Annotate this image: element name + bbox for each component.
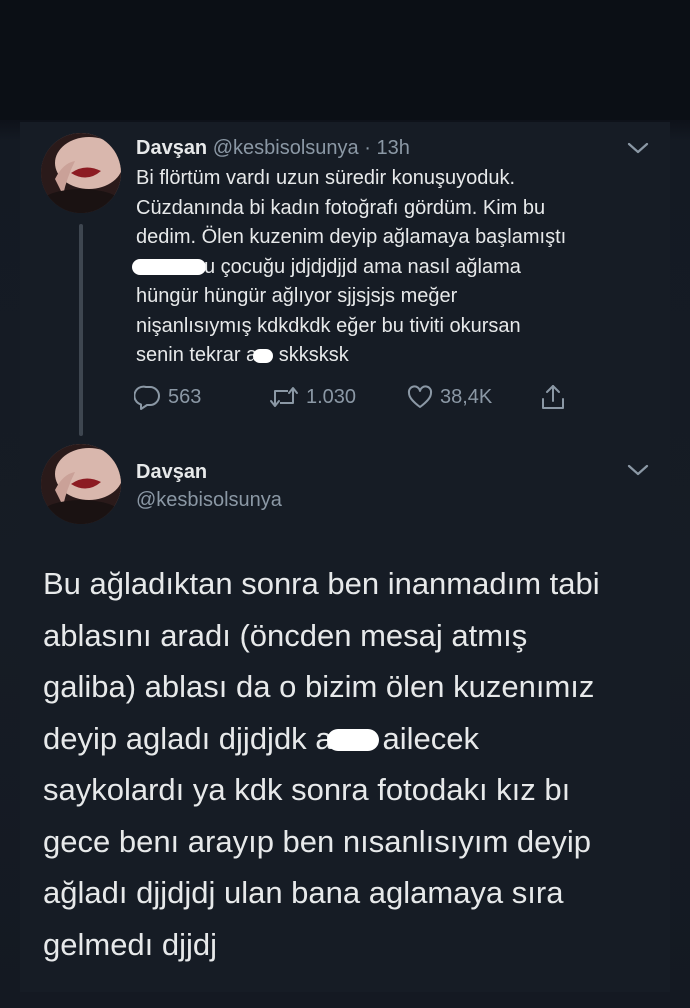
- tweet-line: ağladı djjdjdj ulan bana aglamaya sıra: [43, 875, 564, 910]
- tweet-line-text: ailecek: [382, 720, 480, 756]
- tweet-header: Davşan @kesbisolsunya · 13h: [136, 136, 410, 160]
- share-icon: [542, 385, 564, 409]
- thread-connector-line: [79, 224, 83, 436]
- tweet-line-censored: u çocuğu jdjdjdjjd ama nasıl ağlama: [132, 253, 656, 283]
- top-dark-band: [0, 0, 690, 120]
- retweet-icon: [270, 387, 298, 407]
- tweet-body: Bi flörtüm vardı uzun süredir konuşuyodu…: [132, 164, 656, 371]
- tweet-line-censored: senin tekrar a skksksk: [136, 341, 656, 371]
- tweet-line: galiba) ablası da o bizim ölen kuzenımız: [43, 669, 595, 704]
- reply-count: 563: [168, 385, 202, 408]
- tweet-line-text: deyip agladı djjdjdk a: [43, 720, 333, 756]
- share-button[interactable]: [539, 379, 567, 415]
- chevron-down-icon[interactable]: [624, 134, 652, 162]
- avatar-image: [41, 133, 121, 213]
- tweet-line: gelmedı djjdj: [43, 926, 218, 962]
- tweet-actions: 563 1.030 38,4K: [134, 379, 584, 415]
- retweet-button[interactable]: 1.030: [268, 379, 356, 415]
- separator: ·: [364, 137, 371, 159]
- tweet-line-text: skksksk: [273, 344, 349, 366]
- handle[interactable]: @kesbisolsunya: [136, 488, 282, 512]
- display-name[interactable]: Davşan: [136, 460, 207, 484]
- tweet-line: Bi flörtüm vardı uzun süredir konuşuyodu…: [136, 167, 516, 189]
- like-button[interactable]: 38,4K: [406, 379, 492, 415]
- tweet-line: hüngür hüngür ağlıyor sjjsjsjs meğer: [136, 285, 458, 307]
- tweet-line: saykolardı ya kdk sonra fotodakı kız bı: [43, 772, 571, 807]
- tweet-line: ablasını aradı (öncden mesaj atmış: [43, 617, 528, 653]
- chevron-down-icon[interactable]: [624, 456, 652, 484]
- tweet-line-censored: deyip agladı djjdjdk a ailecek: [43, 713, 663, 765]
- tweet-line: nişanlısıymış kdkdkdk eğer bu tiviti oku…: [136, 314, 521, 337]
- censor-scribble: [253, 348, 274, 363]
- tweet-line: Bu ağladıktan sonra ben inanmadım tabi: [43, 566, 600, 601]
- tweet-line-text: senin tekrar a: [136, 344, 258, 366]
- timestamp[interactable]: 13h: [376, 137, 409, 159]
- reply-icon: [134, 385, 160, 410]
- censor-scribble: [132, 259, 206, 276]
- reply-button[interactable]: 563: [134, 379, 201, 415]
- avatar-image: [41, 444, 121, 524]
- tweet-line: Cüzdanında bi kadın fotoğrafı gördüm. Ki…: [136, 196, 546, 219]
- heart-icon: [407, 385, 433, 408]
- handle[interactable]: @kesbisolsunya: [213, 137, 359, 159]
- tweet-line: dedim. Ölen kuzenim deyip ağlamaya başla…: [136, 226, 567, 248]
- tweet-line-text: u çocuğu jdjdjdjjd ama nasıl ağlama: [204, 255, 521, 278]
- tweet-line: gece benı arayıp ben nısanlısıyım deyip: [43, 823, 591, 859]
- avatar[interactable]: [41, 133, 121, 213]
- censor-scribble: [326, 729, 379, 752]
- retweet-count: 1.030: [306, 385, 357, 408]
- tweet-body-large: Bu ağladıktan sonra ben inanmadım tabi a…: [43, 558, 663, 970]
- screenshot-canvas: Davşan @kesbisolsunya · 13h Bi flörtüm v…: [0, 0, 690, 1008]
- display-name[interactable]: Davşan: [136, 137, 207, 159]
- like-count: 38,4K: [440, 385, 493, 408]
- avatar[interactable]: [41, 444, 121, 524]
